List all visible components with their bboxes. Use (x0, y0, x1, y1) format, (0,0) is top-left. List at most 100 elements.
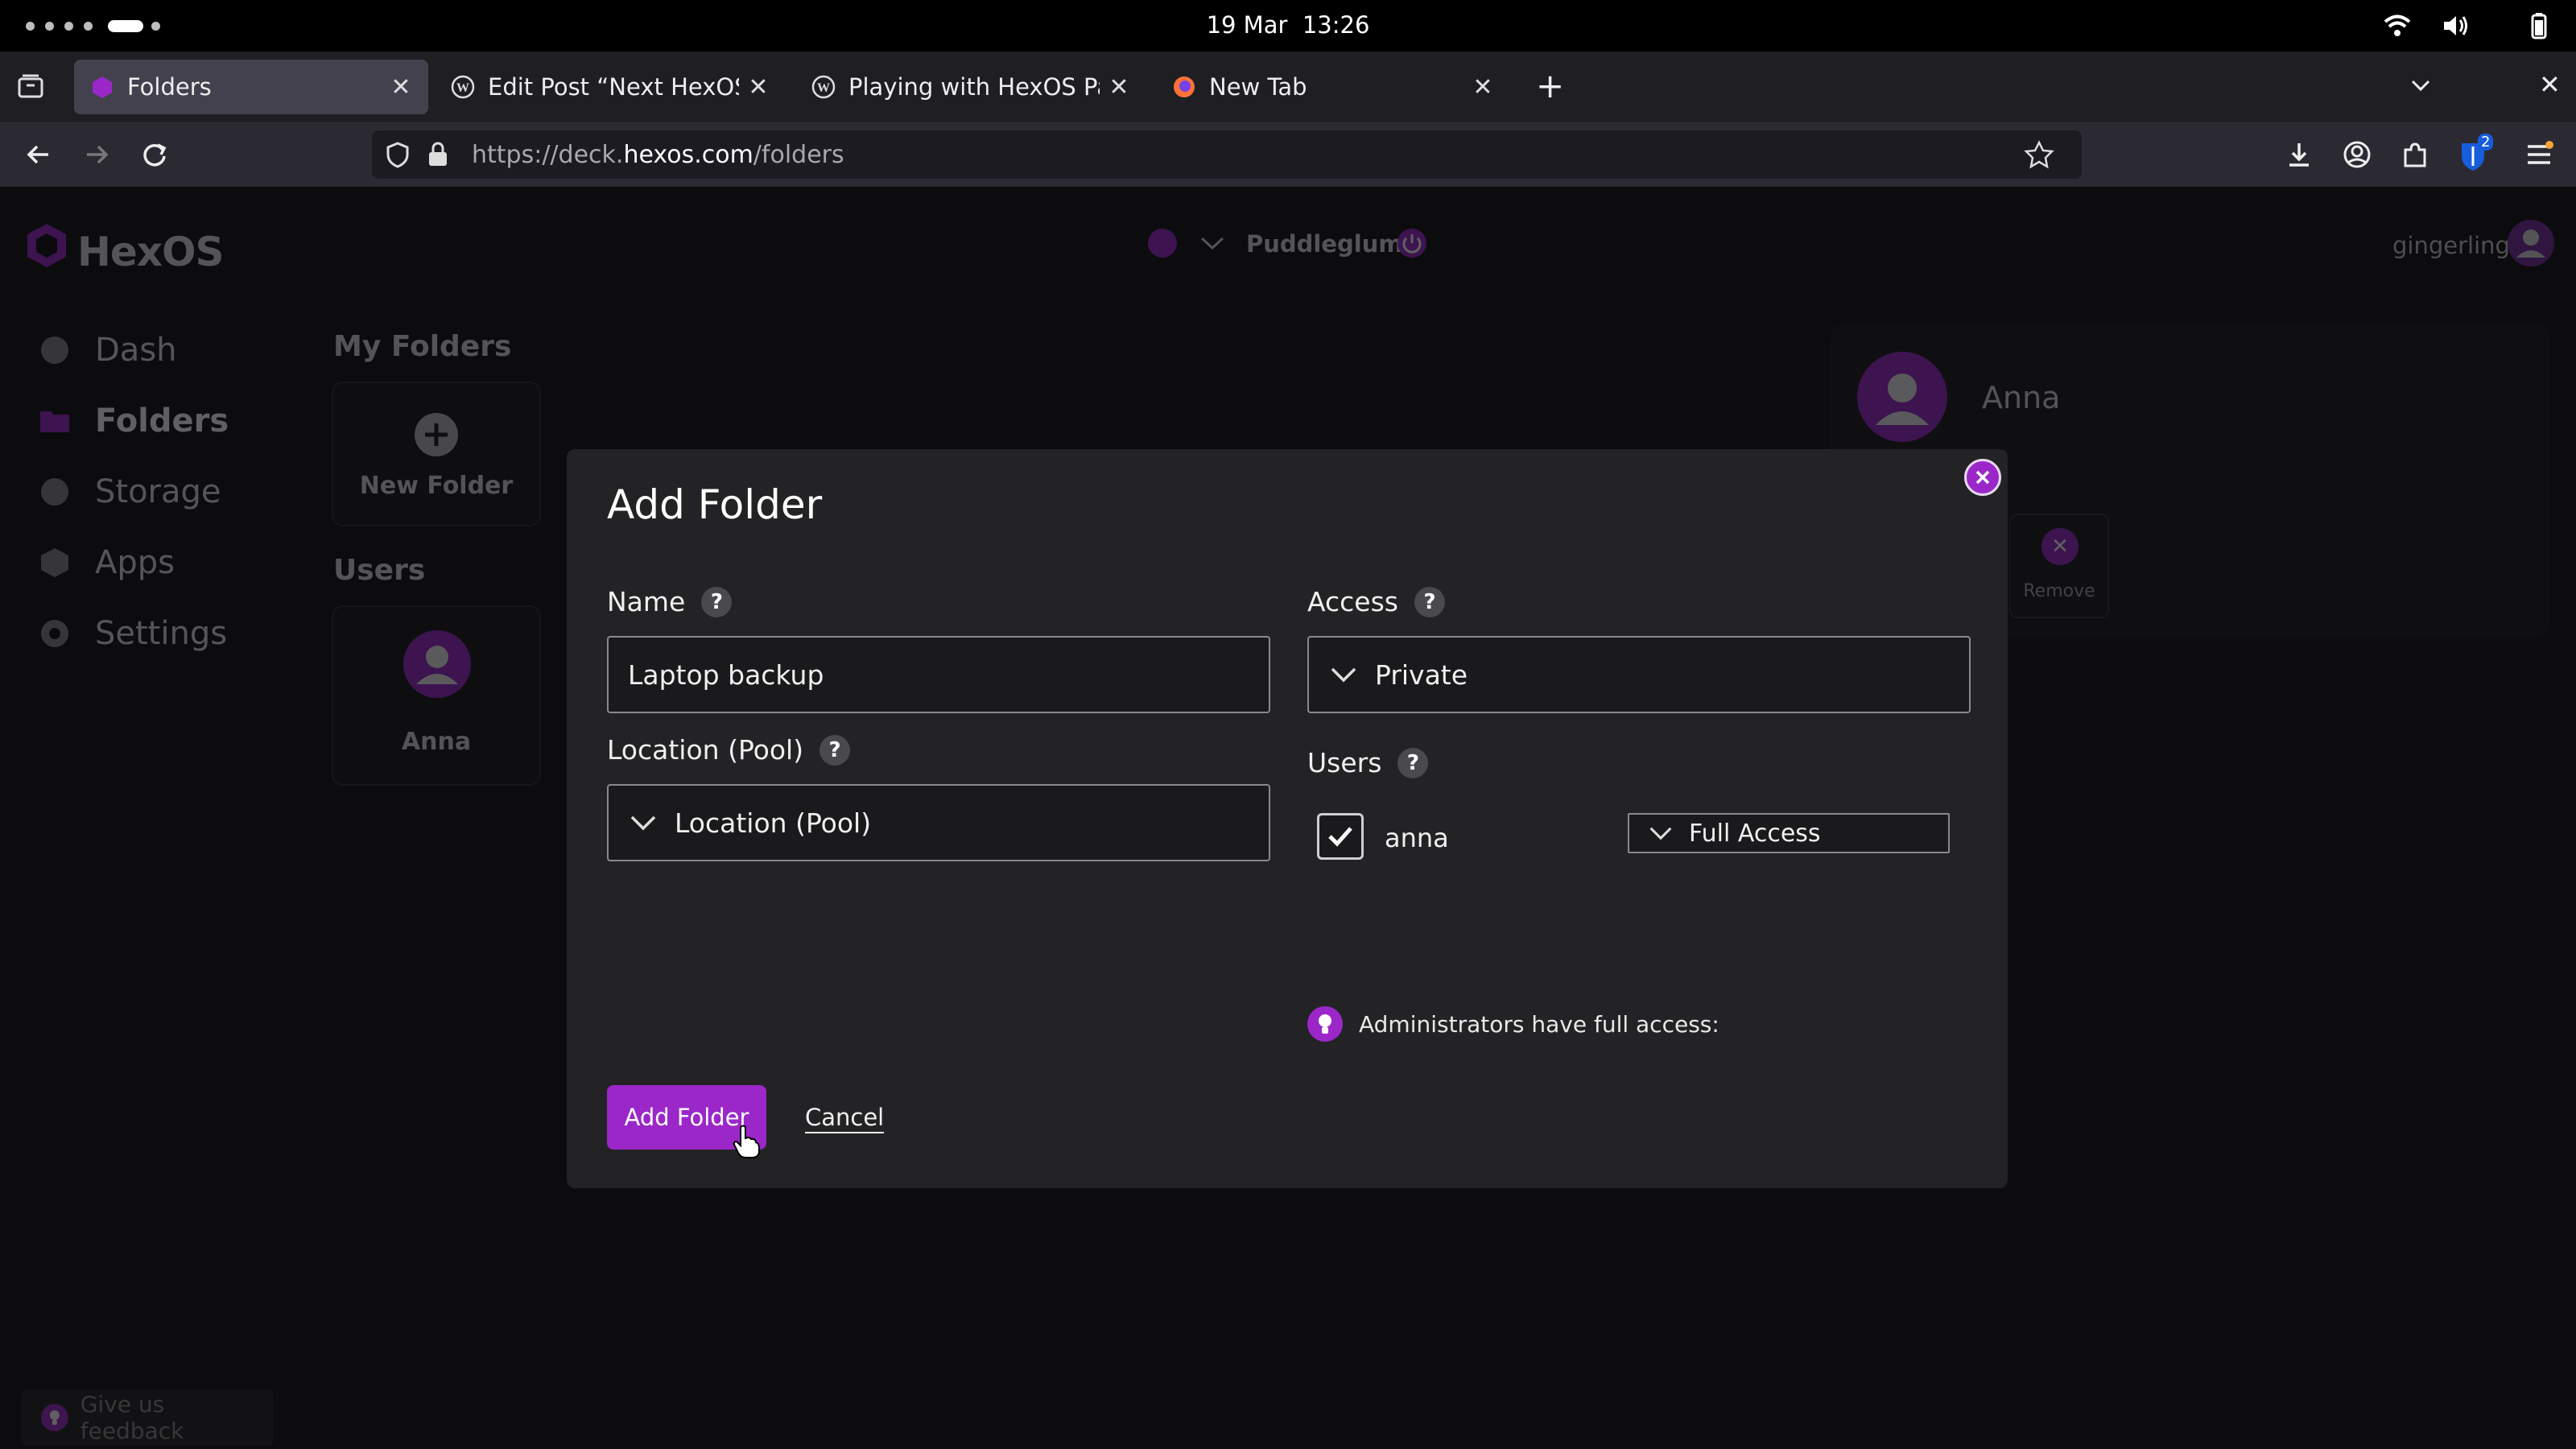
tab-close-icon[interactable]: ✕ (1472, 73, 1494, 101)
sidebar-item-folders[interactable]: Folders (39, 402, 229, 440)
users-section-title: Users (333, 554, 426, 587)
user-card-anna[interactable]: Anna (332, 605, 541, 786)
admin-note-text: Administrators have full access: (1359, 1010, 1719, 1038)
user-card-name: Anna (401, 728, 472, 756)
tab-folders[interactable]: Folders ✕ (74, 60, 428, 114)
tab-title: New Tab (1209, 73, 1307, 101)
sidebar-item-label: Settings (95, 615, 228, 652)
help-icon[interactable]: ? (819, 734, 851, 766)
lightbulb-icon (1307, 1006, 1343, 1042)
location-pool-placeholder: Location (Pool) (675, 807, 872, 839)
forward-arrow-icon[interactable] (80, 138, 113, 171)
modal-title: Add Folder (607, 481, 823, 528)
help-icon[interactable]: ? (1397, 747, 1429, 778)
feedback-label: Give us feedback (80, 1391, 184, 1444)
new-folder-card[interactable]: New Folder (332, 382, 541, 526)
name-input[interactable]: Laptop backup (607, 636, 1270, 713)
tab-close-icon[interactable]: ✕ (1108, 73, 1130, 101)
wordpress-favicon-icon: W (451, 75, 475, 99)
feedback-button[interactable]: Give us feedback (21, 1389, 274, 1446)
app-logo[interactable]: HexOS (77, 229, 225, 275)
tab-title: Edit Post “Next HexOS” ‹ (488, 73, 739, 101)
hand-cursor-icon (733, 1125, 760, 1158)
user-avatar-icon[interactable] (2507, 219, 2555, 267)
user-row-name: anna (1385, 823, 1449, 853)
tab-title: Folders (127, 73, 212, 101)
server-name[interactable]: Puddleglum (1246, 230, 1403, 258)
bitwarden-extension-icon[interactable]: 2 (2458, 134, 2494, 172)
user-anna-checkbox[interactable] (1317, 813, 1364, 860)
tab-new-tab[interactable]: New Tab ✕ (1156, 60, 1510, 114)
server-status-icon (1148, 229, 1177, 258)
help-icon[interactable]: ? (701, 586, 733, 617)
location-field-label: Location (Pool)? (607, 734, 851, 766)
menu-hamburger-icon[interactable] (2523, 138, 2555, 171)
power-icon[interactable] (1396, 227, 1428, 259)
server-dropdown-chevron-icon[interactable] (1199, 235, 1225, 251)
modal-close-button[interactable] (1964, 459, 2001, 496)
close-icon (1975, 470, 1990, 485)
extension-badge: 2 (2478, 134, 2494, 151)
location-pool-select[interactable]: Location (Pool) (607, 784, 1270, 861)
wordpress-favicon-icon: W (811, 75, 836, 99)
address-bar[interactable]: https://deck.hexos.com/folders (372, 130, 2082, 179)
url-text[interactable]: https://deck.hexos.com/folders (472, 141, 844, 169)
back-arrow-icon[interactable] (23, 138, 55, 171)
add-folder-modal: Add Folder Name? Laptop backup Location … (567, 449, 2008, 1188)
new-tab-plus-icon[interactable]: + (1536, 66, 1564, 105)
tab-title: Playing with HexOS Part 1 (848, 73, 1100, 101)
tab-close-icon[interactable]: ✕ (390, 73, 412, 101)
sidebar-item-storage[interactable]: Storage (39, 473, 221, 510)
sidebar-item-settings[interactable]: Settings (39, 615, 227, 652)
access-select[interactable]: Private (1307, 636, 1971, 713)
clock[interactable]: 19 Mar 13:26 (0, 11, 2576, 39)
user-permission-value: Full Access (1689, 819, 1821, 848)
sidebar-item-label: Folders (95, 402, 229, 440)
firefox-favicon-icon (1174, 76, 1195, 97)
bookmark-star-icon[interactable] (2024, 140, 2054, 169)
hexos-logo-icon (27, 224, 66, 267)
chevron-down-icon (1331, 667, 1356, 683)
help-icon[interactable]: ? (1414, 586, 1445, 617)
sidebar-item-dash[interactable]: Dash (39, 332, 177, 369)
browser-nav-bar: https://deck.hexos.com/folders 2 (0, 122, 2576, 187)
name-input-value: Laptop backup (628, 658, 824, 691)
tab-close-icon[interactable]: ✕ (747, 73, 770, 101)
sidebar-item-apps[interactable]: Apps (39, 544, 175, 581)
window-close-icon[interactable]: ✕ (2539, 69, 2561, 100)
wifi-icon[interactable] (2383, 11, 2412, 40)
chevron-down-icon (630, 815, 656, 831)
chevron-down-icon (1649, 827, 1672, 840)
browser-tab-strip: Folders ✕ W Edit Post “Next HexOS” ‹ ✕ W… (0, 52, 2576, 122)
remove-label: Remove (2023, 581, 2095, 601)
reload-icon[interactable] (138, 138, 171, 171)
user-permission-select[interactable]: Full Access (1628, 813, 1950, 853)
cancel-button[interactable]: Cancel (805, 1103, 885, 1133)
tab-playing-with-hexos[interactable]: W Playing with HexOS Part 1 ✕ (795, 60, 1146, 114)
tab-overview-icon[interactable] (16, 72, 45, 101)
hexos-favicon-icon (93, 76, 112, 98)
svg-text:W: W (456, 81, 469, 95)
username[interactable]: gingerling (2392, 232, 2510, 259)
remove-user-button[interactable]: ✕ Remove (2009, 514, 2109, 618)
account-icon[interactable] (2341, 138, 2373, 171)
lightbulb-icon (40, 1404, 68, 1431)
admin-access-note: Administrators have full access: (1307, 1006, 1719, 1042)
volume-icon[interactable] (2441, 11, 2470, 40)
storage-icon (41, 478, 68, 506)
gear-icon (41, 620, 68, 647)
name-field-label: Name? (607, 586, 733, 617)
user-avatar-icon (1857, 352, 1947, 442)
remove-icon: ✕ (2041, 528, 2079, 565)
tab-edit-post[interactable]: W Edit Post “Next HexOS” ‹ ✕ (435, 60, 786, 114)
battery-icon[interactable] (2524, 11, 2553, 40)
tab-list-chevron-icon[interactable] (2410, 77, 2431, 93)
user-pane-name: Anna (1982, 380, 2061, 415)
downloads-icon[interactable] (2283, 138, 2315, 171)
extensions-puzzle-icon[interactable] (2399, 138, 2431, 171)
folder-icon (40, 411, 69, 432)
my-folders-title: My Folders (333, 330, 512, 363)
lock-icon[interactable] (425, 140, 451, 169)
shield-icon[interactable] (383, 140, 412, 169)
users-field-label: Users? (1307, 747, 1429, 778)
